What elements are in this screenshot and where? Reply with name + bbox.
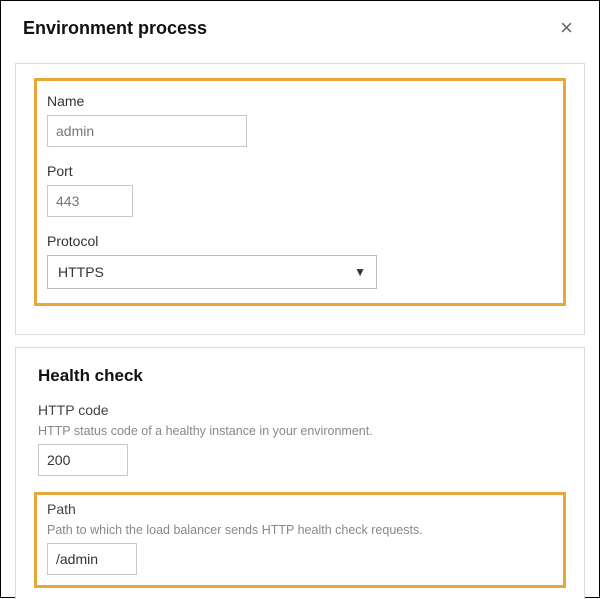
modal-title: Environment process	[23, 18, 207, 39]
protocol-label: Protocol	[47, 233, 453, 249]
name-field: Name	[47, 93, 453, 147]
http-code-input[interactable]	[38, 444, 128, 476]
environment-process-modal: Environment process × Name Port Protocol…	[1, 1, 600, 599]
port-field: Port	[47, 163, 453, 217]
port-label: Port	[47, 163, 453, 179]
close-icon[interactable]: ×	[554, 15, 579, 41]
modal-header: Environment process ×	[1, 1, 600, 55]
health-check-section: Health check HTTP code HTTP status code …	[15, 347, 585, 599]
name-input[interactable]	[47, 115, 247, 147]
http-code-label: HTTP code	[38, 402, 566, 418]
process-highlight-box: Name Port Protocol HTTPS ▼	[34, 78, 566, 306]
name-label: Name	[47, 93, 453, 109]
modal-scroll-area[interactable]: Name Port Protocol HTTPS ▼ Health check	[1, 53, 600, 599]
path-input[interactable]	[47, 543, 137, 575]
protocol-selected-value: HTTPS	[58, 264, 104, 280]
health-check-title: Health check	[38, 366, 566, 386]
http-code-field: HTTP code HTTP status code of a healthy …	[38, 402, 566, 476]
path-highlight-box: Path Path to which the load balancer sen…	[34, 492, 566, 588]
path-help: Path to which the load balancer sends HT…	[47, 523, 553, 537]
process-settings-section: Name Port Protocol HTTPS ▼	[15, 63, 585, 335]
protocol-field: Protocol HTTPS ▼	[47, 233, 453, 289]
chevron-down-icon: ▼	[354, 265, 366, 279]
protocol-select[interactable]: HTTPS ▼	[47, 255, 377, 289]
port-input[interactable]	[47, 185, 133, 217]
http-code-help: HTTP status code of a healthy instance i…	[38, 424, 566, 438]
path-label: Path	[47, 501, 553, 517]
